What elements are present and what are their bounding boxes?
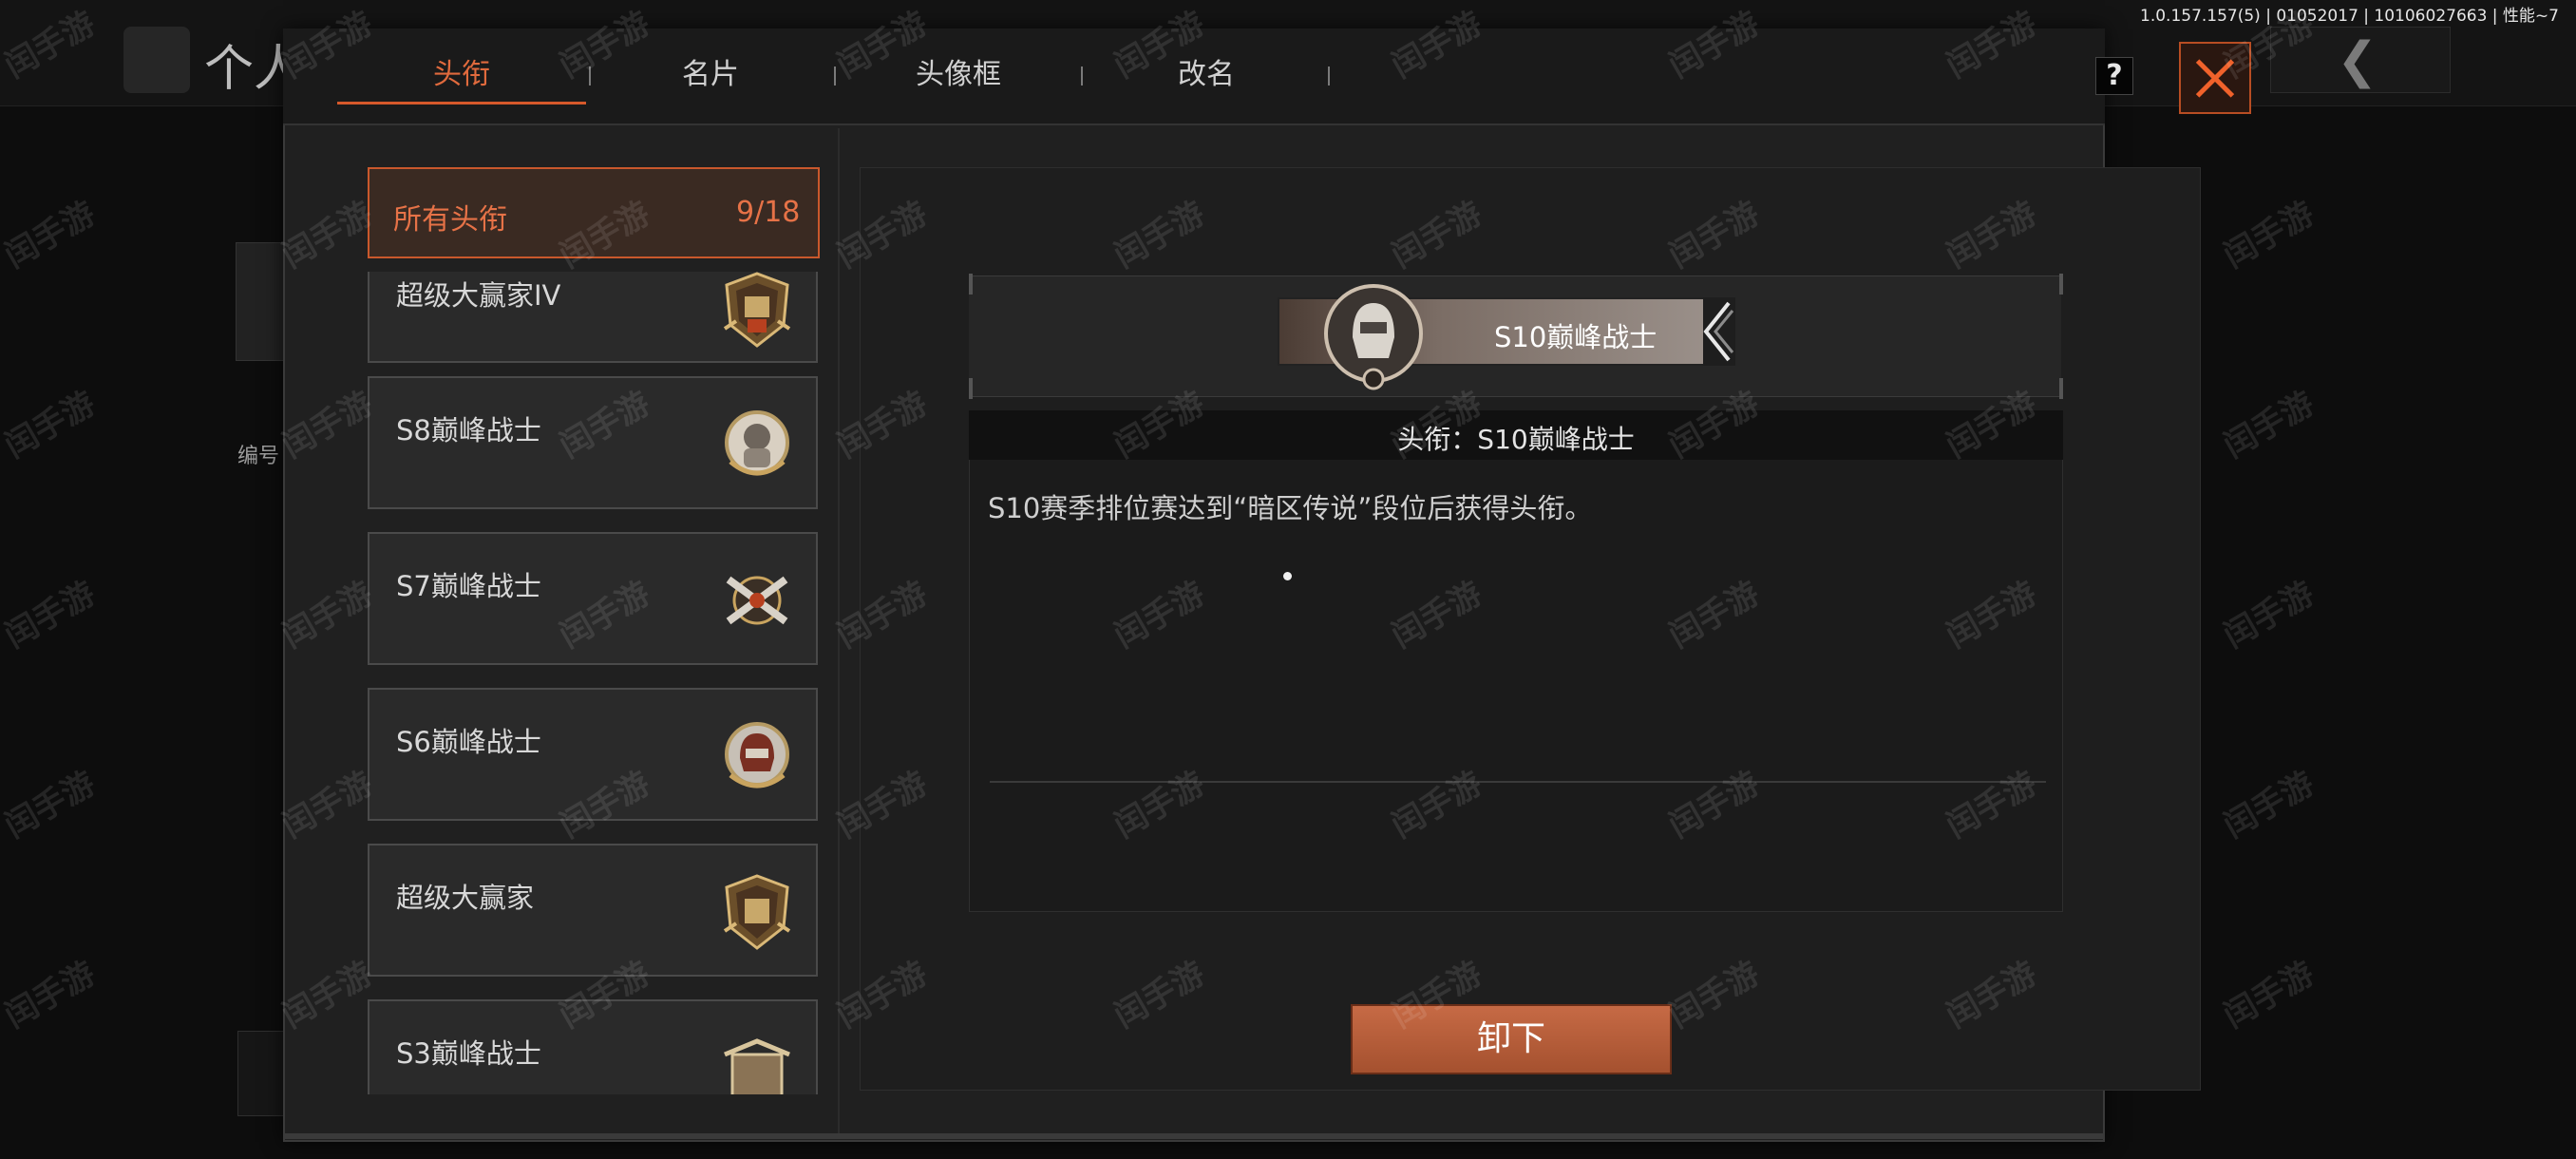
title-name: 超级大赢家 <box>396 882 535 914</box>
watermark-text: 闰手游 <box>0 954 102 1036</box>
title-name: S7巅峰战士 <box>396 570 541 602</box>
tab-title[interactable]: 头衔 <box>337 46 586 104</box>
watermark-text: 闰手游 <box>2217 384 2320 466</box>
watermark-text: 闰手游 <box>0 764 102 846</box>
corner-mark <box>2059 378 2063 399</box>
watermark-text: 闰手游 <box>2217 954 2320 1036</box>
watermark-text: 闰手游 <box>0 574 102 656</box>
background-avatar <box>123 27 190 93</box>
background-id-label: 编号 <box>237 445 280 468</box>
cursor-dot <box>1283 572 1292 580</box>
peak-warrior-emblem-icon <box>1324 284 1423 390</box>
title-name: S8巅峰战士 <box>396 414 541 446</box>
watermark-text: 闰手游 <box>0 384 102 466</box>
soldier-laurel-badge-icon <box>725 410 789 476</box>
back-arrow-icon: ❮ <box>2337 32 2378 89</box>
title-description: S10赛季排位赛达到“暗区传说”段位后获得头衔。 <box>988 492 1593 524</box>
nameplate-title: S10巅峰战士 <box>1494 321 1657 353</box>
winner-badge-icon <box>723 272 791 348</box>
version-info: 1.0.157.157(5) | 01052017 | 10106027663 … <box>2140 7 2559 26</box>
title-name: S3巅峰战士 <box>396 1037 541 1070</box>
all-titles-label: 所有头衔 <box>393 203 507 237</box>
title-name: 超级大赢家IV <box>396 279 561 312</box>
all-titles-count: 9/18 <box>736 196 801 229</box>
helmet-laurel-badge-icon <box>725 722 789 788</box>
list-item[interactable]: 超级大赢家 <box>368 844 818 977</box>
watermark-text: 闰手游 <box>2217 574 2320 656</box>
background-button <box>237 1031 285 1116</box>
winner-shield-badge-icon <box>723 874 791 950</box>
modal-bottom-edge <box>283 1133 2105 1139</box>
watermark-text: 闰手游 <box>2217 764 2320 846</box>
background-card <box>236 242 285 361</box>
help-button[interactable]: ? <box>2095 57 2133 95</box>
crate-badge-icon <box>724 1038 790 1094</box>
crossed-guns-badge-icon <box>726 576 788 625</box>
title-name: S6巅峰战士 <box>396 726 541 758</box>
nameplate-chevron-icon <box>1703 301 1734 362</box>
corner-mark <box>969 274 973 294</box>
corner-mark <box>2059 274 2063 294</box>
watermark-text: 闰手游 <box>2217 194 2320 276</box>
corner-mark <box>969 378 973 399</box>
tab-separator <box>1328 66 1330 86</box>
list-item[interactable]: 超级大赢家IV <box>368 272 818 363</box>
watermark-text: 闰手游 <box>0 194 102 276</box>
